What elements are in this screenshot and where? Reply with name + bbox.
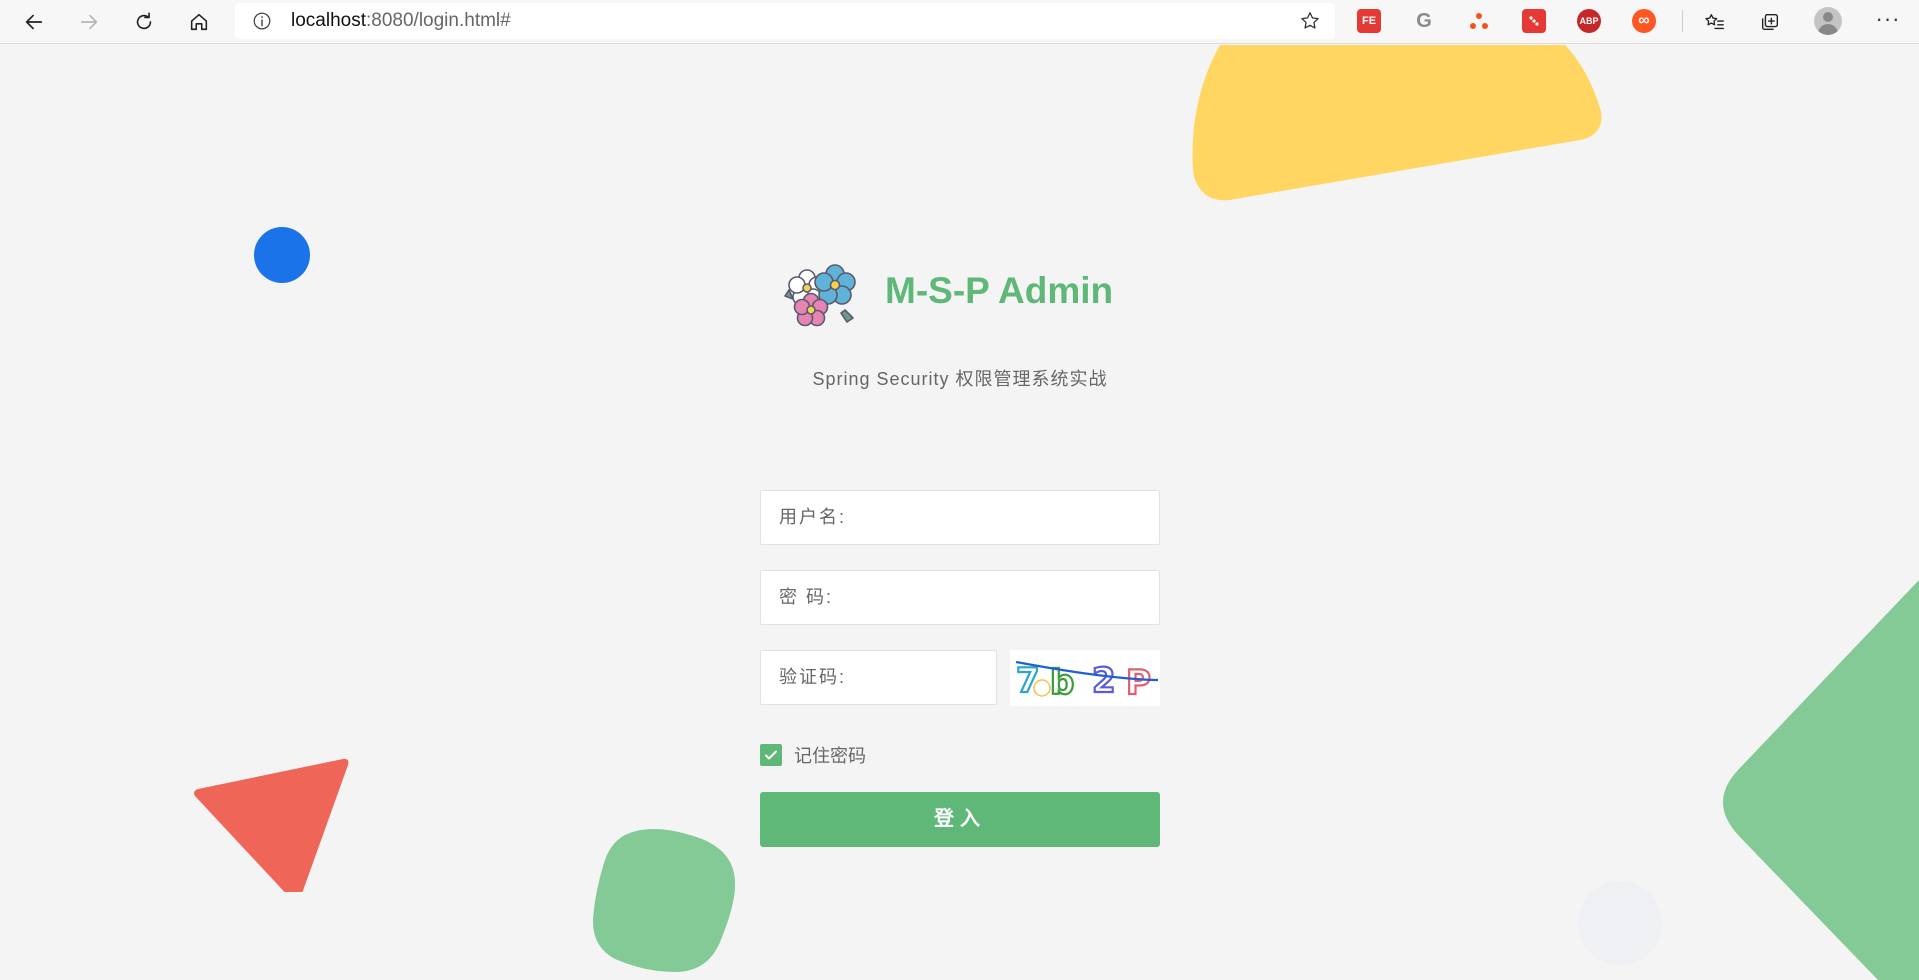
- login-page: M-S-P Admin Spring Security 权限管理系统实战 用户名…: [0, 45, 1919, 980]
- captcha-field[interactable]: 验证码:: [760, 650, 997, 705]
- password-input[interactable]: [861, 579, 1141, 616]
- favorites-button[interactable]: [1697, 4, 1733, 40]
- browser-toolbar: localhost:8080/login.html# FE G ABP ∞ ··…: [0, 0, 1919, 44]
- dice-extension-icon[interactable]: [1522, 9, 1546, 33]
- collections-button[interactable]: [1752, 4, 1788, 40]
- faint-circle-shape: [1578, 881, 1662, 965]
- app-title: M-S-P Admin: [885, 270, 1114, 311]
- more-menu-button[interactable]: ···: [1870, 4, 1906, 40]
- captcha-char-3: 2: [1092, 661, 1116, 701]
- profile-head-icon: [1823, 12, 1833, 22]
- fe-helper-extension-icon[interactable]: FE: [1357, 9, 1381, 33]
- username-label: 用户名:: [779, 507, 847, 527]
- url-host: localhost: [291, 10, 366, 31]
- collections-icon: [1761, 13, 1779, 31]
- blue-circle-shape: [254, 227, 310, 283]
- checkbox-box[interactable]: [760, 744, 782, 766]
- check-icon: [765, 750, 777, 760]
- infinity-extension-icon[interactable]: ∞: [1632, 9, 1656, 33]
- app-subtitle: Spring Security 权限管理系统实战: [812, 369, 1108, 389]
- captcha-label: 验证码:: [779, 667, 847, 687]
- login-button[interactable]: 登入: [760, 792, 1160, 847]
- home-icon: [190, 13, 208, 31]
- address-url[interactable]: localhost:8080/login.html#: [291, 3, 511, 39]
- username-input[interactable]: [861, 499, 1141, 536]
- adblock-plus-extension-icon[interactable]: ABP: [1577, 9, 1601, 33]
- favorites-list-icon: [1705, 14, 1724, 30]
- address-bar[interactable]: localhost:8080/login.html#: [235, 3, 1335, 39]
- password-label: 密 码:: [779, 587, 834, 607]
- arrow-left-icon: [25, 14, 43, 30]
- info-icon[interactable]: [251, 10, 273, 32]
- refresh-icon: [136, 12, 152, 30]
- profile-body-icon: [1818, 24, 1838, 35]
- captcha-image[interactable]: 7 b 2 P: [1010, 650, 1160, 706]
- brand-header: M-S-P Admin: [783, 260, 1183, 335]
- green-blob-shape: [592, 829, 736, 972]
- toolbar-divider: [1682, 10, 1683, 32]
- green-diamond-shape: [1723, 580, 1919, 980]
- favorite-star-icon[interactable]: [1299, 10, 1321, 32]
- remember-me-label: 记住密码: [794, 746, 866, 766]
- yellow-semicircle-shape: [1192, 45, 1602, 201]
- captcha-char-1: 7: [1016, 661, 1040, 701]
- share-extension-icon[interactable]: [1467, 9, 1491, 33]
- grammarly-extension-icon[interactable]: G: [1412, 9, 1436, 33]
- back-button[interactable]: [16, 4, 52, 40]
- red-triangle-shape: [194, 758, 349, 892]
- arrow-right-icon: [80, 14, 98, 30]
- refresh-button[interactable]: [126, 4, 162, 40]
- profile-avatar[interactable]: [1814, 7, 1842, 35]
- captcha-input[interactable]: [856, 659, 986, 696]
- captcha-char-4: P: [1126, 663, 1151, 703]
- flower-logo-icon: [784, 264, 856, 327]
- url-path: :8080/login.html#: [366, 10, 511, 31]
- home-button[interactable]: [181, 4, 217, 40]
- username-field[interactable]: 用户名:: [760, 490, 1160, 545]
- forward-button[interactable]: [71, 4, 107, 40]
- password-field[interactable]: 密 码:: [760, 570, 1160, 625]
